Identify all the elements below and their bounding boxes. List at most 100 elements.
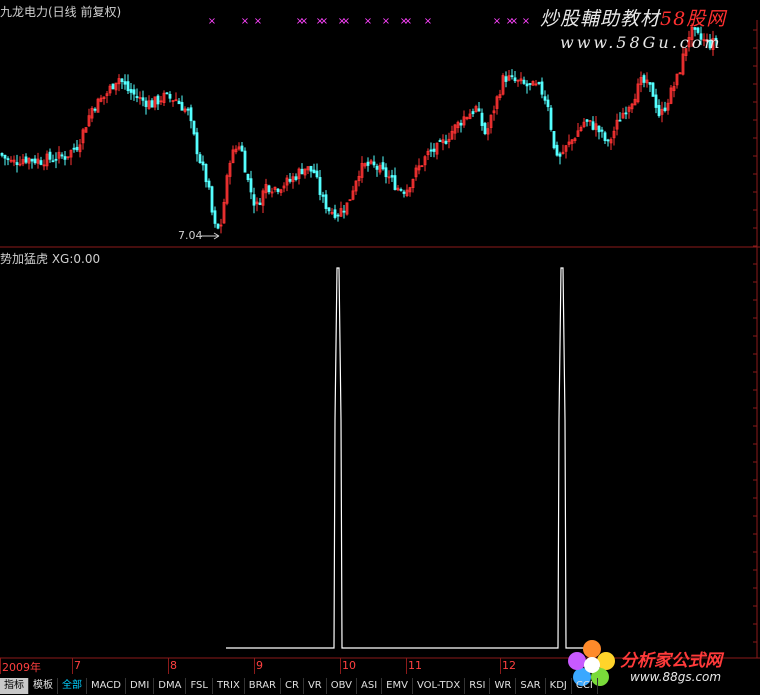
candle-body — [204, 163, 208, 183]
candle-body — [444, 140, 448, 144]
indicator-tab[interactable]: OBV — [327, 677, 357, 694]
candle-body — [150, 100, 154, 108]
candle-body — [432, 148, 436, 152]
candle-body — [522, 79, 526, 84]
candle-body — [30, 158, 34, 162]
candle-body — [438, 140, 442, 142]
candle-body — [165, 92, 169, 95]
indicator-tab[interactable]: BRAR — [245, 677, 281, 694]
date-axis-label: 2009年 — [2, 661, 41, 674]
candle-body — [63, 156, 67, 160]
candle-body — [528, 83, 532, 85]
indicator-tab[interactable]: RSI — [465, 677, 491, 694]
candle-body — [288, 178, 292, 182]
indicator-tab[interactable]: DMA — [154, 677, 187, 694]
indicator-tab[interactable]: SAR — [516, 677, 546, 694]
indicator-tab[interactable]: 全部 — [58, 677, 87, 694]
candle-body — [141, 97, 145, 101]
candle-body — [258, 202, 262, 205]
candle-body — [600, 129, 604, 132]
candle-body — [648, 82, 652, 85]
candle-body — [75, 146, 79, 151]
candle-body — [537, 82, 541, 84]
candle-body — [15, 162, 19, 165]
indicator-tab[interactable]: EMV — [382, 677, 413, 694]
candle-body — [483, 122, 487, 135]
date-axis-label: 9 — [256, 659, 263, 672]
indicator-tab[interactable]: VR — [304, 677, 327, 694]
watermark-88gs-title: 分析家公式网 — [620, 651, 722, 671]
candle-body — [585, 119, 589, 122]
candle-body — [144, 100, 148, 107]
candle-body — [309, 165, 313, 172]
indicator-tab[interactable]: FSL — [186, 677, 213, 694]
candle-body — [51, 160, 55, 163]
indicator-tab[interactable]: 指标 — [0, 677, 29, 694]
candle-body — [207, 180, 211, 188]
watermark-58gu-title-b: 58股网 — [660, 8, 727, 30]
candle-body — [246, 173, 250, 181]
indicator-tab[interactable]: DMI — [126, 677, 155, 694]
candle-body — [321, 194, 325, 197]
date-axis-label: 12 — [502, 659, 516, 672]
buy-marker: × — [493, 16, 501, 27]
candle-body — [372, 161, 376, 166]
right-axis-ticks — [753, 29, 757, 643]
candle-body — [552, 131, 556, 149]
candle-body — [300, 168, 304, 175]
buy-marker: × — [404, 16, 412, 27]
indicator-tab[interactable]: TRIX — [213, 677, 245, 694]
candle-body — [129, 89, 133, 93]
buy-marker: × — [364, 16, 372, 27]
candle-body — [294, 176, 298, 180]
candle-body — [0, 152, 4, 156]
candle-body — [459, 122, 463, 126]
candle-body — [186, 108, 190, 111]
candle-body — [543, 96, 547, 101]
candle-body — [276, 188, 280, 192]
indicator-tab[interactable]: CR — [281, 677, 304, 694]
period-low-label: 7.04 — [178, 229, 203, 242]
candle-body — [123, 81, 127, 85]
candle-body — [429, 149, 433, 152]
candle-body — [384, 167, 388, 178]
buy-marker: × — [382, 16, 390, 27]
candle-body — [546, 99, 550, 108]
candle-body — [381, 162, 385, 170]
candle-body — [540, 81, 544, 95]
indicator-tab-bar: 指标 模板 全部 MACD DMI DMA FSL TRIX BRAR CR VR OBV ASI EMV… — [0, 676, 760, 695]
candle-body — [342, 210, 346, 213]
candle-body — [597, 125, 601, 133]
candle-body — [471, 111, 475, 115]
candle-body — [243, 150, 247, 173]
date-axis-label: 11 — [408, 659, 422, 672]
indicator-tab[interactable]: WR — [490, 677, 517, 694]
candle-body — [375, 165, 379, 170]
candle-body — [39, 160, 43, 165]
buy-marker: × — [424, 16, 432, 27]
candle-body — [312, 169, 316, 174]
indicator-tab[interactable]: KDJ — [546, 677, 572, 694]
candle-body — [132, 89, 136, 95]
candle-body — [135, 96, 139, 99]
watermark-58gu-url: www.58Gu.com — [560, 33, 723, 52]
candle-body — [642, 75, 646, 83]
buy-marker: × — [342, 16, 350, 27]
candle-body — [663, 107, 667, 112]
indicator-tab[interactable]: MACD — [87, 677, 126, 694]
candle-body — [216, 223, 220, 229]
indicator-tab[interactable]: ASI — [357, 677, 383, 694]
candle-body — [252, 194, 256, 206]
chart-canvas[interactable]: × × × ×× ×× ×× × × ×× × × ×× × — [0, 0, 760, 695]
candle-body — [624, 112, 628, 115]
candle-body — [327, 207, 331, 212]
candle-body — [177, 100, 181, 105]
candle-body — [513, 77, 517, 82]
indicator-tab[interactable]: 模板 — [29, 677, 58, 694]
candle-body — [168, 93, 172, 99]
candle-body — [603, 132, 607, 141]
candle-body — [3, 154, 7, 159]
candle-body — [480, 112, 484, 126]
indicator-tab[interactable]: CCI — [572, 677, 598, 694]
indicator-tab[interactable]: VOL-TDX — [413, 677, 466, 694]
